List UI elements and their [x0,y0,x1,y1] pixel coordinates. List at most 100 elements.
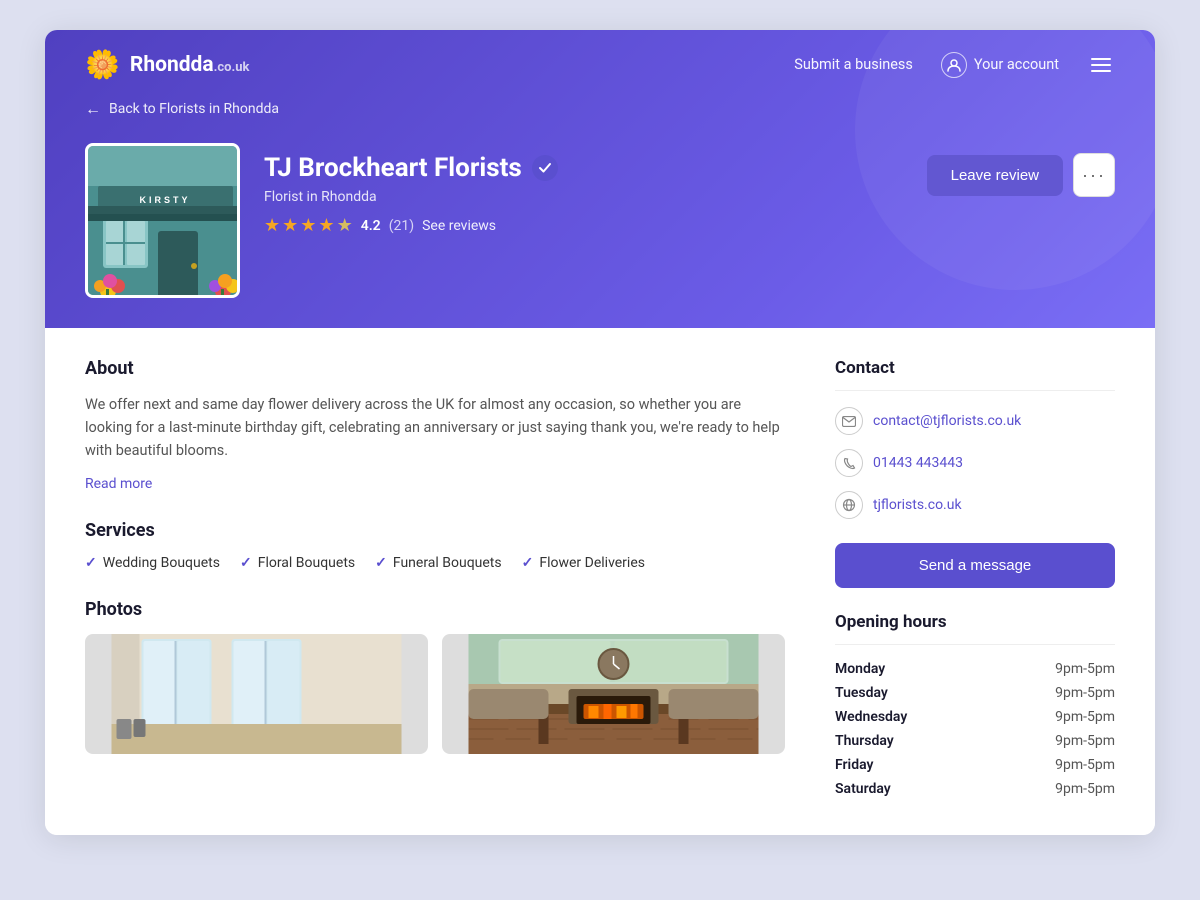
logo[interactable]: 🌼 Rhondda.co.uk [85,48,250,81]
hamburger-line-3 [1091,70,1111,72]
contact-title: Contact [835,358,1115,391]
nav-links: Submit a business Your account [794,52,1115,78]
page-background: 🌼 Rhondda.co.uk Submit a business [0,0,1200,900]
hours-row: Saturday 9pm-5pm [835,781,1115,797]
service-item-wedding: ✓ Wedding Bouquets [85,555,220,571]
hours-day: Friday [835,757,873,773]
header-area: 🌼 Rhondda.co.uk Submit a business [45,30,1155,328]
rating-score: 4.2 [361,218,381,234]
service-item-delivery: ✓ Flower Deliveries [522,555,645,571]
star-rating: ★ ★ ★ ★ ★ [264,215,353,236]
website-link[interactable]: tjflorists.co.uk [873,497,962,513]
contact-email-item: contact@tjflorists.co.uk [835,407,1115,435]
contact-section: Contact contact@tjflorists.co.uk [835,358,1115,519]
main-content: About We offer next and same day flower … [45,328,1155,835]
hours-time: 9pm-5pm [1055,685,1115,701]
service-label-3: Funeral Bouquets [393,555,502,571]
logo-brand: Rhondda [130,53,214,77]
star-3: ★ [300,215,316,236]
service-label-2: Floral Bouquets [258,555,355,571]
hours-row: Friday 9pm-5pm [835,757,1115,773]
business-info-right: TJ Brockheart Florists Florist in Rhondd… [264,143,1115,236]
see-reviews-link[interactable]: See reviews [422,218,496,234]
service-label-1: Wedding Bouquets [103,555,220,571]
photos-title: Photos [85,599,785,620]
hours-row: Tuesday 9pm-5pm [835,685,1115,701]
hours-time: 9pm-5pm [1055,733,1115,749]
site-container: 🌼 Rhondda.co.uk Submit a business [45,30,1155,835]
hours-row: Monday 9pm-5pm [835,661,1115,677]
ellipsis-icon: ··· [1082,165,1106,186]
phone-link[interactable]: 01443 443443 [873,455,963,471]
submit-business-link[interactable]: Submit a business [794,56,913,73]
opening-hours-title: Opening hours [835,612,1115,645]
business-hero: KIRSTY [45,143,1155,328]
read-more-link[interactable]: Read more [85,476,152,492]
star-2: ★ [282,215,298,236]
hours-time: 9pm-5pm [1055,781,1115,797]
hamburger-line-2 [1091,64,1111,66]
hours-time: 9pm-5pm [1055,661,1115,677]
services-section: Services ✓ Wedding Bouquets ✓ Floral Bou… [85,520,785,571]
action-buttons: Leave review ··· [927,153,1115,197]
back-link[interactable]: ← Back to Florists in Rhondda [85,99,1115,119]
business-title-row: TJ Brockheart Florists [264,153,558,183]
more-options-button[interactable]: ··· [1073,153,1115,197]
hours-day: Saturday [835,781,891,797]
logo-text: Rhondda.co.uk [130,53,250,77]
leave-review-button[interactable]: Leave review [927,155,1063,196]
logo-flower-icon: 🌼 [85,48,120,81]
star-5-half: ★ [337,215,353,236]
star-1: ★ [264,215,280,236]
hamburger-menu[interactable] [1087,54,1115,76]
your-account-link[interactable]: Your account [941,52,1059,78]
hours-row: Wednesday 9pm-5pm [835,709,1115,725]
send-message-button[interactable]: Send a message [835,543,1115,588]
check-icon-3: ✓ [375,555,387,571]
breadcrumb-bar: ← Back to Florists in Rhondda [45,99,1155,143]
two-column-layout: About We offer next and same day flower … [45,328,1155,835]
photo-2[interactable] [442,634,785,754]
photos-grid [85,634,785,754]
hours-day: Thursday [835,733,894,749]
hours-time: 9pm-5pm [1055,757,1115,773]
hours-row: Thursday 9pm-5pm [835,733,1115,749]
hamburger-line-1 [1091,58,1111,60]
check-icon-4: ✓ [522,555,534,571]
business-name-block: TJ Brockheart Florists Florist in Rhondd… [264,153,558,236]
business-category: Florist in Rhondda [264,189,558,205]
business-name: TJ Brockheart Florists [264,153,522,183]
about-title: About [85,358,785,379]
opening-hours-section: Opening hours Monday 9pm-5pm Tuesday 9pm-5p… [835,612,1115,797]
right-column: Contact contact@tjflorists.co.uk [835,358,1115,805]
business-photo: KIRSTY [85,143,240,298]
hours-day: Wednesday [835,709,907,725]
service-label-4: Flower Deliveries [539,555,645,571]
check-icon-1: ✓ [85,555,97,571]
hours-day: Tuesday [835,685,888,701]
photo-1[interactable] [85,634,428,754]
services-title: Services [85,520,785,541]
photos-section: Photos [85,599,785,754]
verified-badge [532,155,558,181]
contact-website-item: tjflorists.co.uk [835,491,1115,519]
star-4: ★ [318,215,334,236]
hours-list: Monday 9pm-5pm Tuesday 9pm-5pm Wednesday 9pm-… [835,661,1115,797]
svg-text:KIRSTY: KIRSTY [139,195,190,205]
your-account-label: Your account [974,56,1059,73]
email-icon [835,407,863,435]
top-nav: 🌼 Rhondda.co.uk Submit a business [45,30,1155,99]
rating-row: ★ ★ ★ ★ ★ 4.2 (21) See reviews [264,215,558,236]
hours-day: Monday [835,661,885,677]
email-link[interactable]: contact@tjflorists.co.uk [873,413,1021,429]
about-text: We offer next and same day flower delive… [85,393,785,463]
website-icon [835,491,863,519]
service-item-floral: ✓ Floral Bouquets [240,555,355,571]
account-icon [941,52,967,78]
about-section: About We offer next and same day flower … [85,358,785,492]
left-column: About We offer next and same day flower … [85,358,835,805]
review-count: (21) [389,218,414,234]
hours-time: 9pm-5pm [1055,709,1115,725]
breadcrumb-text: Back to Florists in Rhondda [109,101,279,117]
phone-icon [835,449,863,477]
